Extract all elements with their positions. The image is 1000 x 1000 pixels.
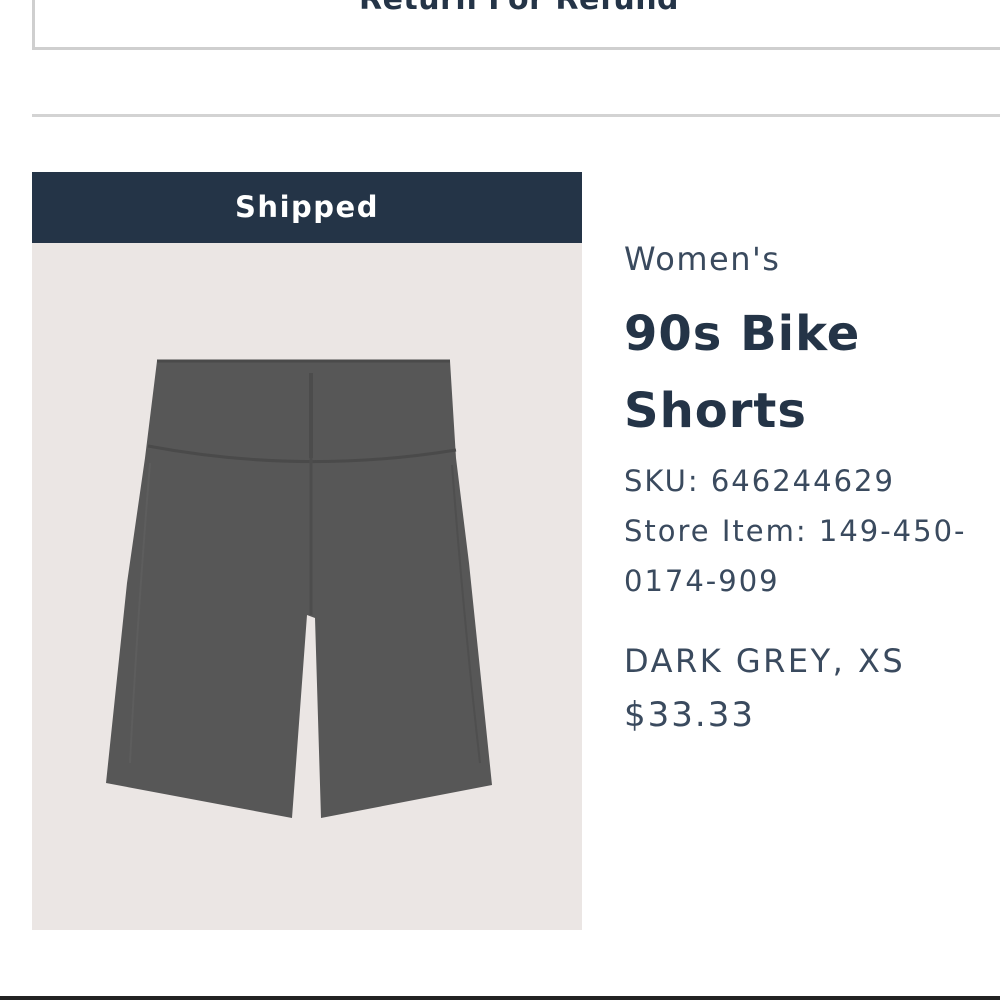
return-for-refund-label: Return For Refund bbox=[35, 0, 1000, 17]
store-item-number: Store Item: 149-450-0174-909 bbox=[624, 514, 967, 598]
product-name[interactable]: 90s Bike Shorts bbox=[624, 296, 994, 450]
product-image-panel[interactable]: Shipped bbox=[32, 172, 582, 930]
section-divider bbox=[32, 114, 1000, 117]
product-variant: DARK GREY, XS bbox=[624, 642, 906, 680]
shipped-status-banner: Shipped bbox=[32, 172, 582, 243]
product-image[interactable] bbox=[32, 243, 582, 930]
order-details-page: Return For Refund Shipped Women's 90s Bi… bbox=[0, 0, 1000, 1000]
return-for-refund-button[interactable]: Return For Refund bbox=[32, 0, 1000, 50]
product-category: Women's bbox=[624, 240, 781, 278]
product-sku: SKU: 646244629 bbox=[624, 464, 895, 498]
product-info: Women's 90s Bike Shorts SKU: 646244629 S… bbox=[624, 236, 994, 742]
bottom-border bbox=[0, 996, 1000, 1000]
product-price: $33.33 bbox=[624, 695, 755, 735]
